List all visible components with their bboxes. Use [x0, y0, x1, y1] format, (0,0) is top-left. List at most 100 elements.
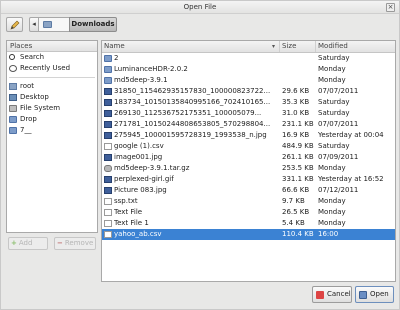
file-modified: Saturday	[318, 142, 350, 150]
spreadsheet-icon	[104, 143, 112, 150]
file-list: Name ▾ Size Modified 2 Saturday LuminanceH…	[101, 40, 396, 282]
file-modified: Yesterday at 00:04	[318, 131, 384, 139]
close-icon[interactable]: ×	[386, 3, 395, 12]
file-name: 275945_100001595728319_1993538_n.jpg	[114, 131, 267, 139]
cancel-label: Cancel	[327, 290, 351, 298]
path-bar: ◂ Downloads	[6, 17, 396, 33]
path-crumb-parent[interactable]	[39, 17, 69, 32]
file-modified: Monday	[318, 197, 346, 205]
add-bookmark-button[interactable]: + Add	[8, 237, 48, 250]
file-size: 26.5 KB	[282, 208, 310, 216]
remove-bookmark-button[interactable]: − Remove	[54, 237, 96, 250]
file-size: 484.9 KB	[282, 142, 314, 150]
file-modified: Monday	[318, 219, 346, 227]
drive-icon	[9, 105, 17, 112]
file-size: 5.4 KB	[282, 219, 305, 227]
file-modified: Saturday	[318, 54, 350, 62]
dialog-actions: Cancel Open	[1, 284, 399, 309]
cancel-button[interactable]: Cancel	[312, 286, 352, 303]
file-row[interactable]: LuminanceHDR-2.0.2 Monday	[102, 64, 395, 75]
archive-icon	[104, 165, 112, 172]
folder-icon	[104, 66, 112, 73]
file-row[interactable]: yahoo_ab.csv 110.4 KB 16:00	[102, 229, 395, 240]
file-row[interactable]: perplexed-girl.gif 331.1 KB Yesterday at 1…	[102, 174, 395, 185]
file-size: 66.6 KB	[282, 186, 310, 194]
file-row[interactable]: 31850_115462935157830_100000823722... 29.…	[102, 86, 395, 97]
image-file-icon	[104, 187, 112, 194]
title-bar: Open File ×	[1, 1, 399, 14]
column-size[interactable]: Size	[280, 41, 316, 52]
sidebar-item-label: root	[20, 82, 35, 90]
file-row[interactable]: 2 Saturday	[102, 53, 395, 64]
file-modified: Monday	[318, 208, 346, 216]
file-row[interactable]: 275945_100001595728319_1993538_n.jpg 16.9…	[102, 130, 395, 141]
file-size: 253.5 KB	[282, 164, 314, 172]
sidebar-separator	[9, 77, 95, 78]
places-sidebar: Places Search Recently Used root Desktop…	[6, 40, 98, 233]
window-title: Open File	[183, 3, 217, 11]
file-row[interactable]: google (1).csv 484.9 KB Saturday	[102, 141, 395, 152]
remove-bookmark-label: Remove	[64, 239, 94, 247]
path-back-button[interactable]: ◂	[29, 17, 39, 32]
places-header: Places	[7, 41, 97, 52]
spreadsheet-icon	[104, 231, 112, 238]
file-modified: Monday	[318, 65, 346, 73]
file-name: 271781_1015024480865380​5_570298804...	[114, 120, 271, 128]
column-modified[interactable]: Modified	[316, 41, 395, 52]
sidebar-item-label: File System	[20, 104, 61, 112]
file-row[interactable]: md5deep-3.9.1.tar.gz 253.5 KB Monday	[102, 163, 395, 174]
file-name: Text File	[114, 208, 143, 216]
file-size: 231.1 KB	[282, 120, 314, 128]
file-row[interactable]: 183734_1015013584099516​6_702410165... 35…	[102, 97, 395, 108]
folder-icon	[104, 55, 112, 62]
sidebar-item-search[interactable]: Search	[7, 52, 97, 63]
column-name[interactable]: Name ▾	[102, 41, 280, 52]
file-name: google (1).csv	[114, 142, 164, 150]
sidebar-item-label: Drop	[20, 115, 37, 123]
file-name: Text File 1	[114, 219, 149, 227]
open-button[interactable]: Open	[355, 286, 394, 303]
sidebar-item-bookmark[interactable]: 7__	[7, 125, 97, 136]
text-file-icon	[104, 209, 112, 216]
path-crumb-current[interactable]: Downloads	[69, 17, 117, 32]
type-location-button[interactable]	[6, 17, 23, 32]
file-name: md5deep-3.9.1.tar.gz	[114, 164, 190, 172]
sidebar-item-label: Search	[20, 53, 45, 61]
file-size: 110.4 KB	[282, 230, 314, 238]
file-modified: Monday	[318, 76, 346, 84]
file-name: 2	[114, 54, 119, 62]
sidebar-item-recently-used[interactable]: Recently Used	[7, 63, 97, 74]
image-file-icon	[104, 121, 112, 128]
file-modified: Yesterday at 16:52	[318, 175, 384, 183]
file-size: 261.1 KB	[282, 153, 314, 161]
folder-icon	[9, 116, 17, 123]
file-row[interactable]: Picture 083.jpg 66.6 KB 07/12/2011	[102, 185, 395, 196]
plus-icon: +	[11, 239, 17, 247]
file-modified: 16:00	[318, 230, 339, 238]
image-file-icon	[104, 132, 112, 139]
open-file-dialog: Open File × ◂ Downloads Places Search Re…	[0, 0, 400, 310]
sidebar-item-root[interactable]: root	[7, 81, 97, 92]
file-row[interactable]: Text File 1 5.4 KB Monday	[102, 218, 395, 229]
pencil-icon	[10, 20, 20, 30]
file-row[interactable]: Text File 26.5 KB Monday	[102, 207, 395, 218]
file-size: 29.6 KB	[282, 87, 310, 95]
add-bookmark-label: Add	[18, 239, 33, 247]
recent-icon	[9, 65, 17, 72]
sidebar-item-desktop[interactable]: Desktop	[7, 92, 97, 103]
file-row[interactable]: image001.jpg 261.1 KB 07/09/2011	[102, 152, 395, 163]
sidebar-item-file-system[interactable]: File System	[7, 103, 97, 114]
file-list-header: Name ▾ Size Modified	[102, 41, 395, 53]
file-row[interactable]: md5deep-3.9.1 Monday	[102, 75, 395, 86]
file-size: 331.1 KB	[282, 175, 314, 183]
search-icon	[9, 54, 15, 60]
sidebar-item-drop[interactable]: Drop	[7, 114, 97, 125]
file-name: perplexed-girl.gif	[114, 175, 174, 183]
file-row[interactable]: 269130_112536752175351_100005079... 31.0 …	[102, 108, 395, 119]
open-icon	[359, 291, 367, 299]
file-row[interactable]: ssp.txt 9.7 KB Monday	[102, 196, 395, 207]
file-modified: 07/07/2011	[318, 87, 359, 95]
image-file-icon	[104, 88, 112, 95]
file-row[interactable]: 271781_1015024480865380​5_570298804... 23…	[102, 119, 395, 130]
folder-icon	[9, 127, 17, 134]
